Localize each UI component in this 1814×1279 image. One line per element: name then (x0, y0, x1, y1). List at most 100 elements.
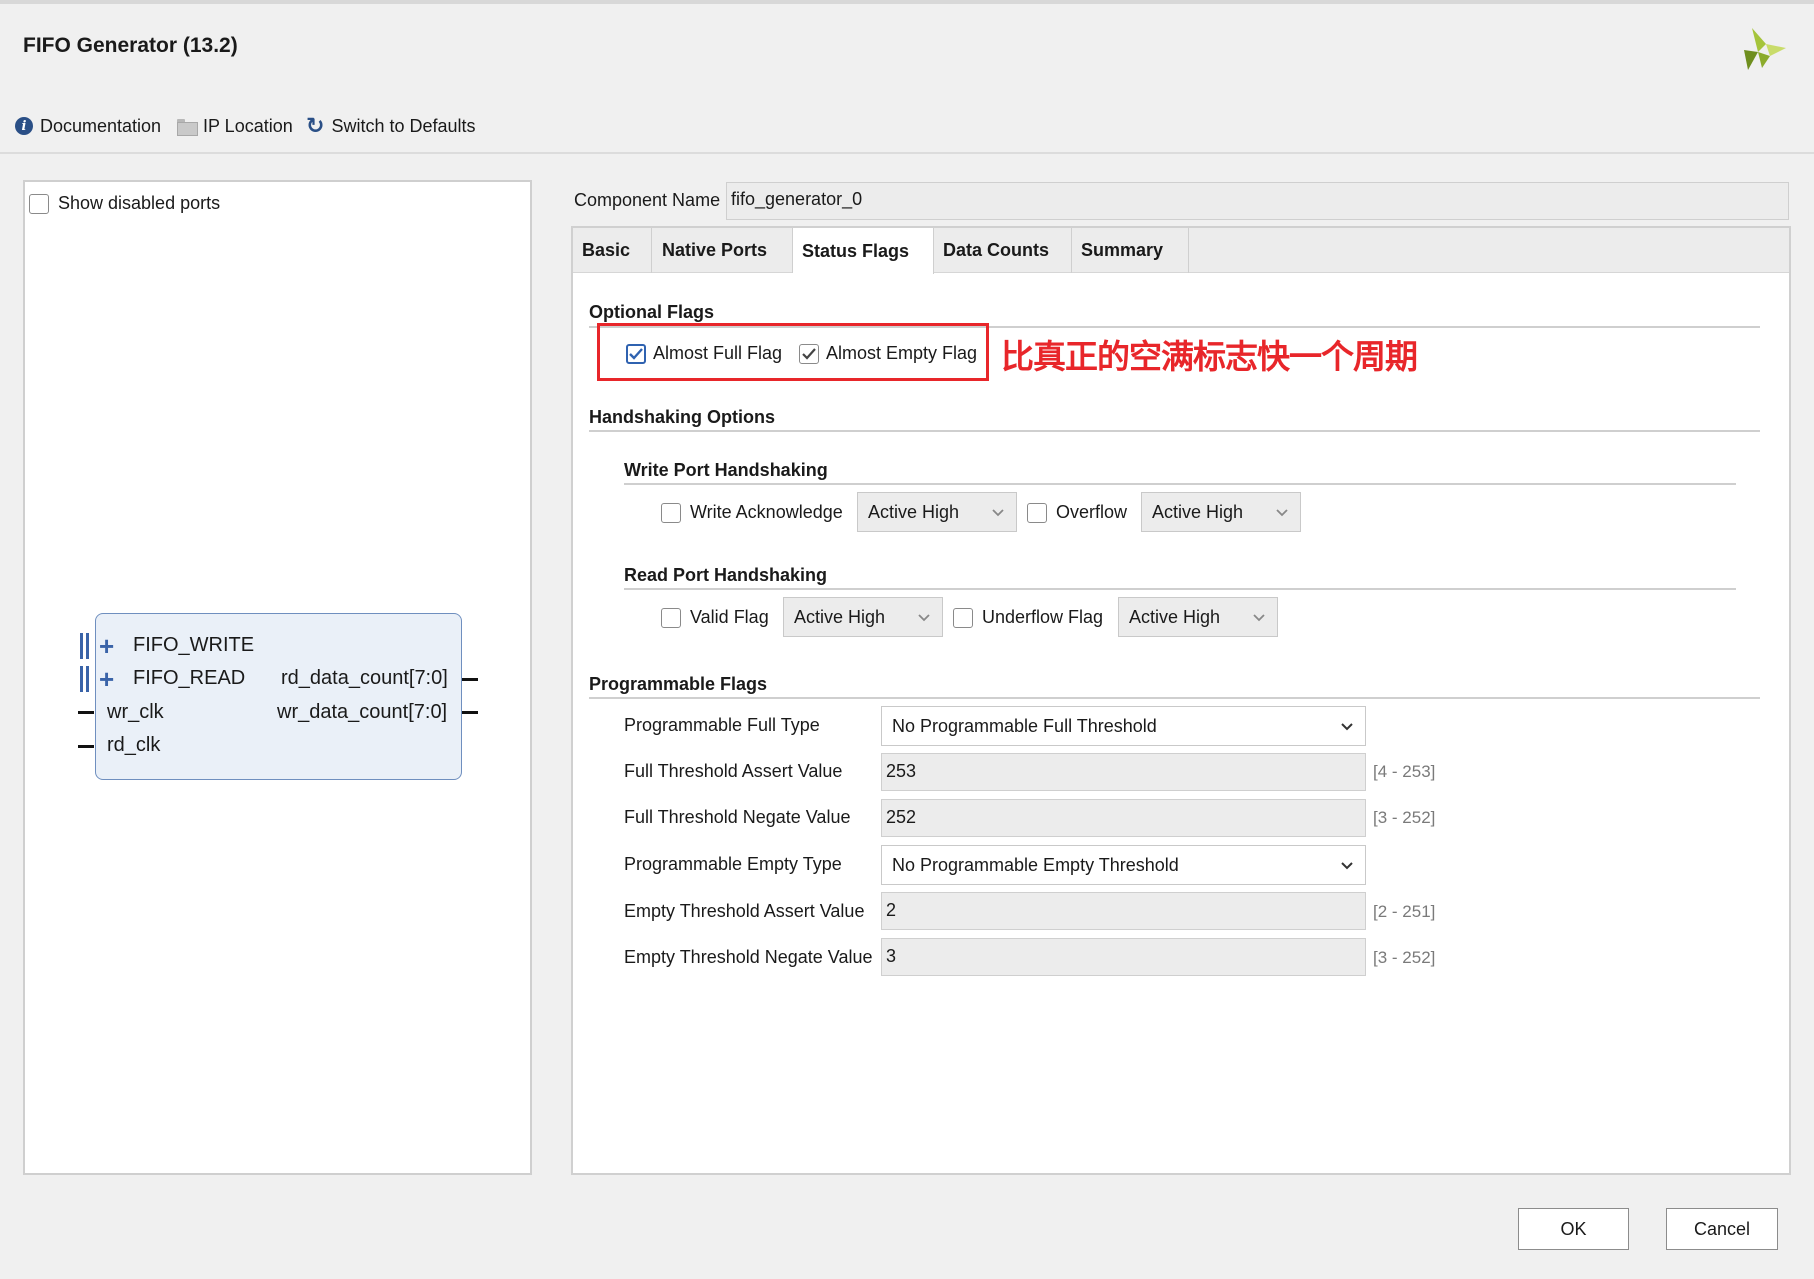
programmable-full-type-label: Programmable Full Type (624, 715, 820, 735)
optional-flags-title: Optional Flags (589, 302, 715, 322)
component-name-input[interactable]: fifo_generator_0 (726, 182, 1789, 220)
tab-summary[interactable]: Summary (1072, 228, 1189, 273)
ip-location-button[interactable]: IP Location (177, 113, 293, 139)
overflow-label: Overflow (1056, 502, 1128, 522)
cancel-button[interactable]: Cancel (1666, 1208, 1778, 1250)
overflow-checkbox[interactable] (1027, 502, 1047, 523)
switch-defaults-label: Switch to Defaults (331, 115, 476, 136)
section-divider (624, 588, 1736, 590)
tab-status-flags[interactable]: Status Flags (793, 228, 934, 274)
valid-flag-polarity-value: Active High (794, 606, 886, 627)
almost-full-flag-option[interactable]: Almost Full Flag (626, 343, 782, 364)
window-title: FIFO Generator (13.2) (23, 34, 238, 57)
underflow-flag-checkbox[interactable] (953, 607, 973, 628)
component-name-label: Component Name (574, 190, 721, 210)
check-icon (629, 347, 643, 360)
port-fifo-write: FIFO_WRITE (133, 634, 255, 656)
programmable-empty-type-select[interactable]: No Programmable Empty Threshold (881, 845, 1366, 885)
empty-threshold-negate-range: [3 - 252] (1373, 948, 1436, 967)
chevron-down-icon (1341, 862, 1353, 870)
annotation-text: 比真正的空满标志快一个周期 (1001, 337, 1418, 376)
underflow-flag-polarity-select[interactable]: Active High (1118, 597, 1278, 637)
overflow-polarity-select[interactable]: Active High (1141, 492, 1301, 532)
write-acknowledge-polarity-value: Active High (868, 501, 960, 522)
underflow-flag-option[interactable]: Underflow Flag (953, 607, 1103, 628)
valid-flag-checkbox[interactable] (661, 607, 681, 628)
write-acknowledge-label: Write Acknowledge (690, 502, 843, 522)
folder-icon (177, 118, 198, 136)
empty-threshold-negate-input[interactable]: 3 (881, 938, 1366, 976)
refresh-icon: ↻ (306, 113, 325, 138)
programmable-empty-type-label: Programmable Empty Type (624, 854, 842, 874)
show-disabled-ports-toggle[interactable]: Show disabled ports (29, 193, 220, 214)
bus-marker (80, 633, 83, 659)
port-rd-data-count: rd_data_count[7:0] (281, 667, 448, 689)
bus-marker (86, 633, 89, 659)
bus-marker (80, 666, 83, 692)
almost-empty-flag-option[interactable]: Almost Empty Flag (799, 343, 977, 364)
port-wire (78, 711, 94, 714)
write-acknowledge-checkbox[interactable] (661, 502, 681, 523)
full-threshold-negate-range: [3 - 252] (1373, 808, 1436, 827)
tab-data-counts[interactable]: Data Counts (934, 228, 1072, 273)
write-acknowledge-polarity-select[interactable]: Active High (857, 492, 1017, 532)
full-threshold-negate-input[interactable]: 252 (881, 799, 1366, 837)
almost-full-flag-label: Almost Full Flag (653, 343, 783, 363)
chevron-down-icon (1253, 614, 1265, 622)
valid-flag-label: Valid Flag (690, 607, 769, 627)
port-wr-clk: wr_clk (107, 701, 164, 723)
title-bar (0, 0, 1814, 118)
port-wr-data-count: wr_data_count[7:0] (277, 701, 448, 723)
expand-plus-icon[interactable]: + (99, 666, 114, 692)
valid-flag-polarity-select[interactable]: Active High (783, 597, 943, 637)
show-disabled-ports-checkbox[interactable] (29, 193, 49, 214)
chevron-down-icon (992, 509, 1004, 517)
almost-empty-flag-label: Almost Empty Flag (826, 343, 978, 363)
almost-full-flag-checkbox[interactable] (626, 343, 646, 364)
empty-threshold-assert-label: Empty Threshold Assert Value (624, 901, 865, 921)
switch-defaults-button[interactable]: ↻ Switch to Defaults (306, 113, 476, 139)
port-wire (462, 678, 478, 681)
documentation-label: Documentation (40, 115, 162, 136)
xilinx-logo-icon (1744, 28, 1786, 70)
section-divider (589, 430, 1760, 432)
port-wire (462, 711, 478, 714)
ip-location-label: IP Location (203, 115, 293, 136)
tab-native-ports[interactable]: Native Ports (653, 228, 793, 273)
empty-threshold-negate-label: Empty Threshold Negate Value (624, 947, 873, 967)
underflow-flag-polarity-value: Active High (1129, 606, 1221, 627)
toolbar-divider (0, 152, 1814, 154)
empty-threshold-assert-input[interactable]: 2 (881, 892, 1366, 930)
info-icon: i (15, 117, 33, 135)
read-port-handshaking-title: Read Port Handshaking (624, 565, 828, 585)
check-icon (802, 347, 816, 360)
show-disabled-ports-label: Show disabled ports (58, 193, 221, 213)
almost-empty-flag-checkbox[interactable] (799, 343, 819, 364)
full-threshold-assert-label: Full Threshold Assert Value (624, 761, 843, 781)
chevron-down-icon (1341, 723, 1353, 731)
port-wire (78, 745, 94, 748)
ok-button[interactable]: OK (1518, 1208, 1629, 1250)
write-port-handshaking-title: Write Port Handshaking (624, 460, 828, 480)
handshaking-title: Handshaking Options (589, 407, 776, 427)
programmable-full-type-select[interactable]: No Programmable Full Threshold (881, 706, 1366, 746)
overflow-option[interactable]: Overflow (1027, 502, 1127, 523)
programmable-full-type-value: No Programmable Full Threshold (892, 715, 1157, 736)
programmable-flags-title: Programmable Flags (589, 674, 768, 694)
valid-flag-option[interactable]: Valid Flag (661, 607, 769, 628)
programmable-empty-type-value: No Programmable Empty Threshold (892, 854, 1179, 875)
underflow-flag-label: Underflow Flag (982, 607, 1104, 627)
tab-basic[interactable]: Basic (573, 228, 652, 273)
chevron-down-icon (1276, 509, 1288, 517)
section-divider (624, 483, 1736, 485)
port-rd-clk: rd_clk (107, 734, 161, 756)
empty-threshold-assert-range: [2 - 251] (1373, 902, 1436, 921)
overflow-polarity-value: Active High (1152, 501, 1244, 522)
full-threshold-assert-range: [4 - 253] (1373, 762, 1436, 781)
section-divider (589, 697, 1760, 699)
expand-plus-icon[interactable]: + (99, 633, 114, 659)
port-fifo-read: FIFO_READ (133, 667, 246, 689)
documentation-button[interactable]: i Documentation (15, 113, 161, 139)
write-acknowledge-option[interactable]: Write Acknowledge (661, 502, 843, 523)
full-threshold-assert-input[interactable]: 253 (881, 753, 1366, 791)
